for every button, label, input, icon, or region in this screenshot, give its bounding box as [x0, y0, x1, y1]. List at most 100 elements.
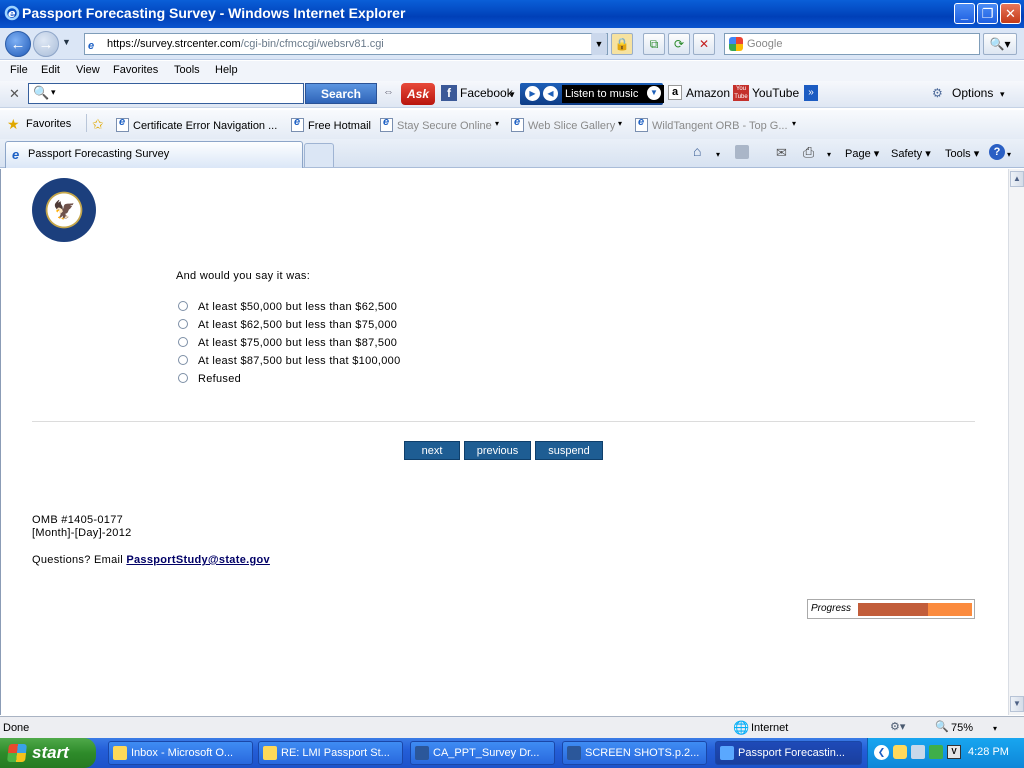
vertical-scrollbar[interactable]: ▲ ▼ — [1008, 169, 1024, 715]
stop-icon[interactable]: ✕ — [693, 33, 715, 55]
fav-web-slice-gallery[interactable]: Web Slice Gallery — [511, 116, 615, 132]
fav-dropdown-icon[interactable]: ▾ — [618, 119, 622, 128]
menu-view[interactable]: View — [76, 64, 100, 76]
fav-certificate-error[interactable]: Certificate Error Navigation ... — [116, 116, 277, 132]
radio-button[interactable] — [178, 319, 188, 329]
new-tab-button[interactable] — [304, 143, 334, 167]
add-favorites-icon[interactable]: ✩ — [92, 116, 104, 133]
fav-free-hotmail[interactable]: Free Hotmail — [291, 116, 371, 132]
ask-search-button[interactable]: Search — [305, 83, 377, 104]
email-link[interactable]: PassportStudy@state.gov — [126, 554, 270, 566]
home-dropdown-icon[interactable]: ▾ — [716, 150, 720, 159]
lock-icon[interactable]: 🔒 — [611, 33, 633, 55]
scroll-up-icon[interactable]: ▲ — [1010, 171, 1024, 187]
resize-handle-icon[interactable]: ⇔ — [383, 86, 394, 98]
menu-file[interactable]: File — [10, 64, 28, 76]
radio-button[interactable] — [178, 337, 188, 347]
minimize-button[interactable]: _ — [954, 3, 975, 24]
options-dropdown-icon[interactable]: ▾ — [1000, 89, 1005, 100]
option-75000-87500[interactable]: At least $75,000 but less than $87,500 — [178, 337, 397, 349]
safety-menu[interactable]: Safety ▾ — [891, 147, 931, 160]
fav-dropdown-icon[interactable]: ▾ — [792, 119, 796, 128]
maximize-button[interactable]: ❐ — [977, 3, 998, 24]
music-dropdown-icon[interactable]: ▼ — [647, 86, 661, 100]
youtube-link[interactable]: YouTube — [752, 86, 799, 100]
ie-icon — [720, 746, 734, 760]
close-toolbar-icon[interactable]: ✕ — [9, 86, 20, 102]
tray-expand-icon[interactable]: ❮ — [874, 745, 889, 760]
task-ca-ppt-survey[interactable]: CA_PPT_Survey Dr... — [410, 741, 555, 765]
volume-icon[interactable]: ◀ — [543, 86, 558, 101]
menu-favorites[interactable]: Favorites — [113, 64, 158, 76]
ask-search-input[interactable]: 🔍 ▾ — [28, 83, 304, 104]
task-passport-forecasting[interactable]: Passport Forecastin... — [715, 741, 862, 765]
play-icon[interactable]: ▶ — [525, 86, 540, 101]
protected-mode-icon[interactable]: ⚙▾ — [890, 720, 905, 733]
compatibility-icon[interactable]: ⧉ — [643, 33, 665, 55]
zoom-dropdown-icon[interactable]: ▾ — [993, 724, 997, 733]
back-button[interactable]: ← — [5, 31, 31, 57]
fav-dropdown-icon[interactable]: ▾ — [495, 119, 499, 128]
feeds-icon[interactable] — [735, 145, 749, 159]
tray-outlook-icon[interactable] — [893, 745, 907, 759]
mail-icon[interactable]: ✉ — [776, 145, 787, 161]
windows-flag-icon — [7, 744, 27, 762]
next-button[interactable]: next — [404, 441, 460, 460]
help-dropdown-icon[interactable]: ▾ — [1007, 150, 1011, 159]
facebook-link[interactable]: Facebook — [460, 86, 513, 100]
menu-tools[interactable]: Tools — [174, 64, 200, 76]
menu-edit[interactable]: Edit — [41, 64, 60, 76]
tray-security-icon[interactable] — [929, 745, 943, 759]
suspend-button[interactable]: suspend — [535, 441, 603, 460]
fav-wildtangent[interactable]: WildTangent ORB - Top G... — [635, 116, 788, 132]
recent-pages-dropdown[interactable]: ▼ — [62, 37, 71, 47]
search-button[interactable]: 🔍▾ — [983, 33, 1017, 55]
radio-button[interactable] — [178, 355, 188, 365]
page-menu[interactable]: Page ▾ — [845, 147, 879, 160]
zoom-level[interactable]: 75% — [951, 722, 973, 734]
close-button[interactable]: ✕ — [1000, 3, 1021, 24]
scroll-down-icon[interactable]: ▼ — [1010, 696, 1024, 712]
favorites-button[interactable]: Favorites — [26, 118, 71, 130]
option-refused[interactable]: Refused — [178, 373, 241, 385]
tray-app-icon[interactable]: V — [947, 745, 961, 759]
address-bar-row: ← → ▼ e https://survey.strcenter.com/cgi… — [0, 28, 1024, 60]
amazon-link[interactable]: Amazon — [686, 86, 730, 100]
music-player: ▶ ◀ Listen to music — [520, 83, 664, 105]
task-screen-shots[interactable]: SCREEN SHOTS.p.2... — [562, 741, 707, 765]
menu-bar: File Edit View Favorites Tools Help — [0, 61, 1024, 81]
previous-button[interactable]: previous — [464, 441, 531, 460]
print-dropdown-icon[interactable]: ▾ — [827, 150, 831, 159]
radio-button[interactable] — [178, 373, 188, 383]
tab-row: e Passport Forecasting Survey ⌂ ▾ ✉ ⎙ ▾ … — [0, 139, 1024, 168]
word-icon — [567, 746, 581, 760]
radio-button[interactable] — [178, 301, 188, 311]
task-re-lmi-passport[interactable]: RE: LMI Passport St... — [258, 741, 403, 765]
globe-icon: 🌐 — [733, 720, 750, 735]
tools-menu[interactable]: Tools ▾ — [945, 147, 979, 160]
tab-passport-survey[interactable]: e Passport Forecasting Survey — [5, 141, 303, 168]
refresh-icon[interactable]: ⟳ — [668, 33, 690, 55]
facebook-dropdown-icon[interactable]: ▾ — [510, 89, 515, 100]
tray-network-icon[interactable] — [911, 745, 925, 759]
page-icon — [635, 116, 648, 132]
forward-button[interactable]: → — [33, 31, 59, 57]
start-button[interactable]: start — [0, 738, 96, 768]
more-chevron-icon[interactable]: » — [804, 85, 818, 101]
option-62500-75000[interactable]: At least $62,500 but less than $75,000 — [178, 319, 397, 331]
page-icon — [380, 116, 393, 132]
task-inbox-outlook[interactable]: Inbox - Microsoft O... — [108, 741, 253, 765]
help-icon[interactable]: ? — [989, 144, 1005, 160]
options-button[interactable]: Options — [952, 86, 993, 100]
address-dropdown-icon[interactable]: ▼ — [591, 33, 607, 55]
fav-stay-secure-online[interactable]: Stay Secure Online — [380, 116, 492, 132]
search-options-icon[interactable]: ▾ — [51, 87, 56, 98]
ask-logo[interactable]: Ask — [401, 83, 435, 105]
option-50000-62500[interactable]: At least $50,000 but less than $62,500 — [178, 301, 397, 313]
address-input[interactable]: e https://survey.strcenter.com/cgi-bin/c… — [84, 33, 608, 55]
menu-help[interactable]: Help — [215, 64, 238, 76]
home-icon[interactable]: ⌂ — [693, 143, 701, 159]
search-input[interactable]: Google — [724, 33, 980, 55]
option-87500-100000[interactable]: At least $87,500 but less that $100,000 — [178, 355, 401, 367]
print-icon[interactable]: ⎙ — [803, 144, 814, 161]
